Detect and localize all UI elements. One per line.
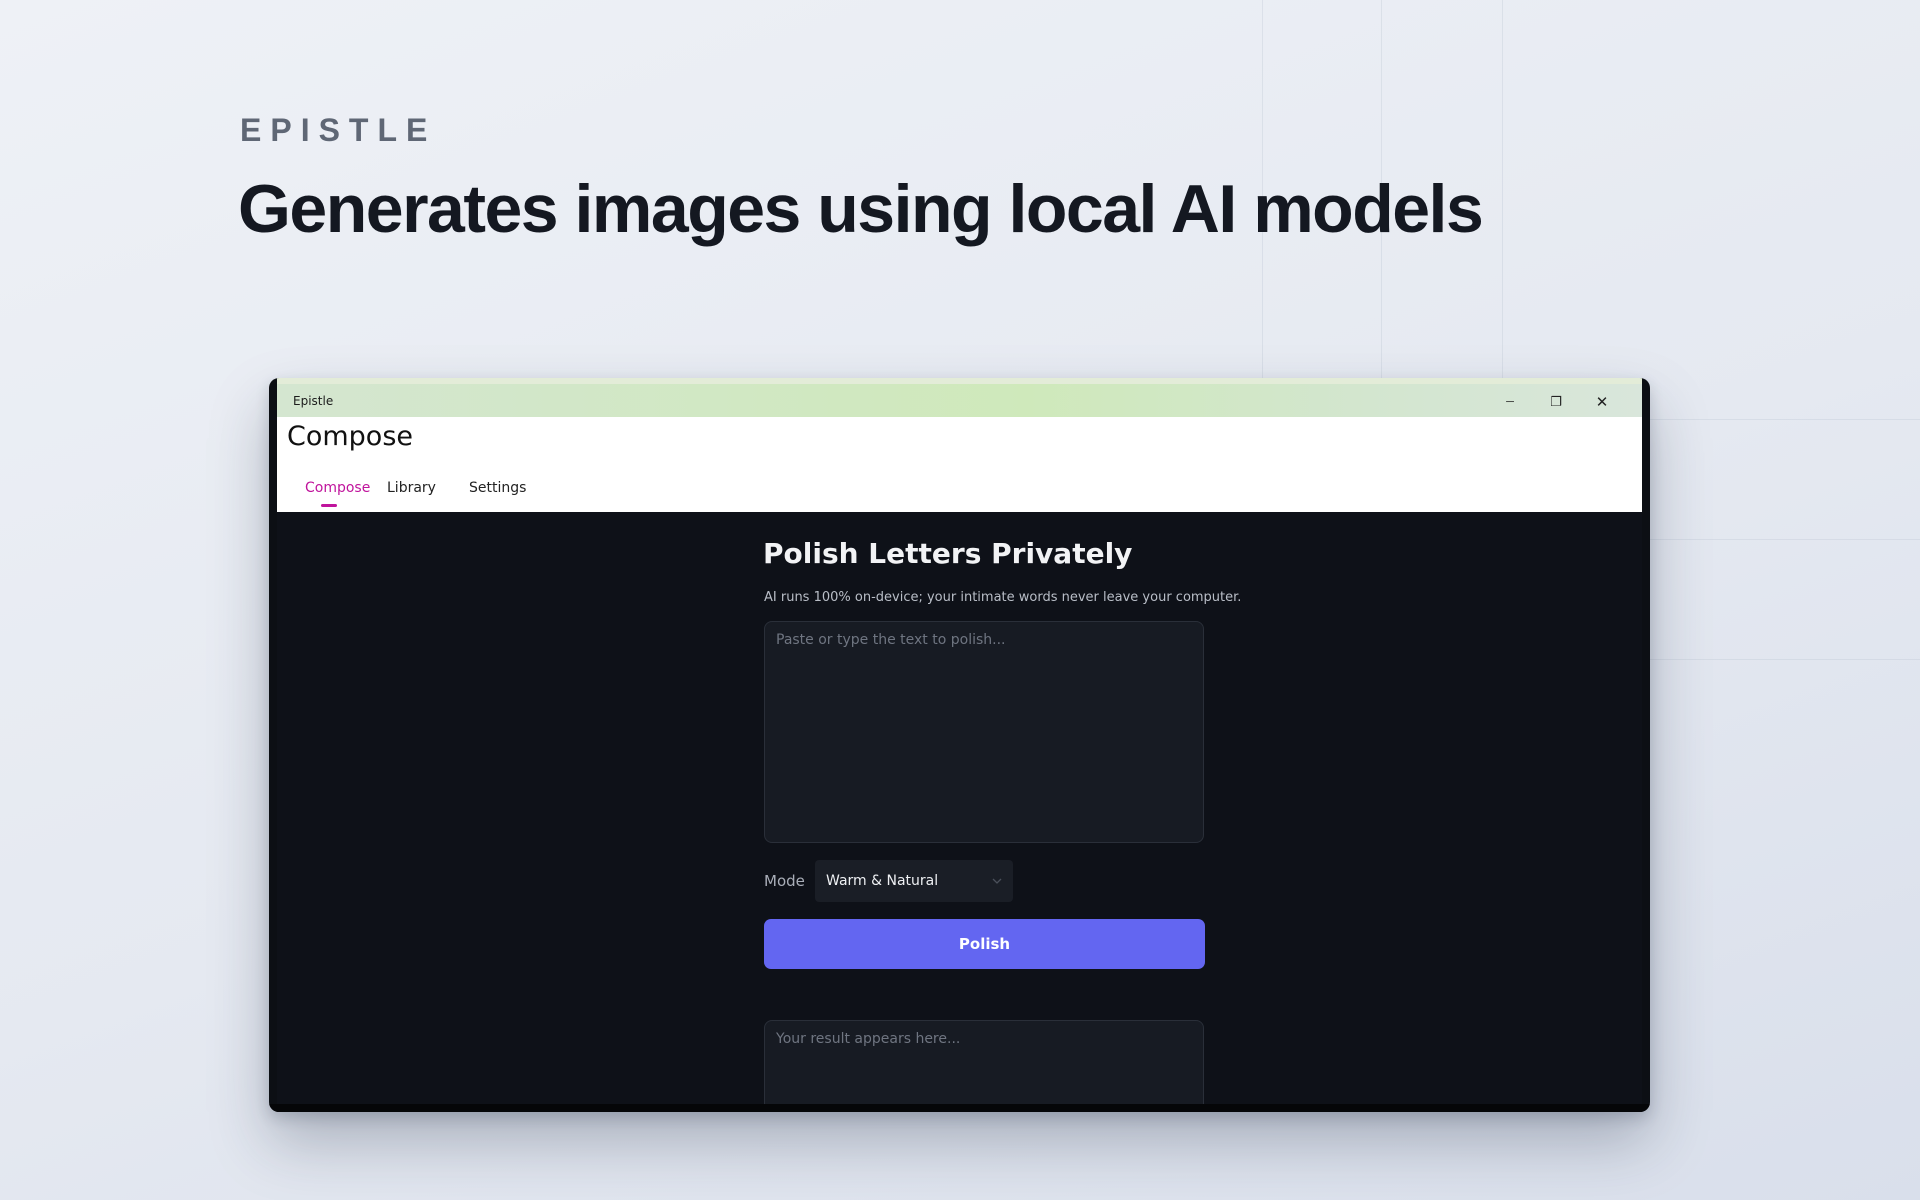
close-icon: ✕ <box>1595 394 1609 411</box>
minimize-button[interactable]: ─ <box>1487 388 1533 416</box>
panel-title: Polish Letters Privately <box>763 537 1133 570</box>
app-header: Compose Compose Library Settings <box>277 417 1642 512</box>
tab-library[interactable]: Library <box>387 480 436 496</box>
maximize-button[interactable]: ❐ <box>1533 388 1579 416</box>
minimize-icon: ─ <box>1506 396 1514 408</box>
title-bar[interactable]: Epistle ─ ❐ ✕ <box>277 378 1642 417</box>
hero-headline: Generates images using local AI models <box>238 171 1484 247</box>
window-title: Epistle <box>293 394 334 408</box>
app-window: Epistle ─ ❐ ✕ Compose Compose Library Se… <box>269 378 1650 1112</box>
close-button[interactable]: ✕ <box>1579 388 1625 416</box>
restore-icon: ❐ <box>1550 394 1562 409</box>
mode-dropdown[interactable]: Warm & Natural <box>815 860 1013 902</box>
source-text-input[interactable] <box>764 621 1204 843</box>
background-line <box>1650 419 1920 420</box>
brand-wordmark: EPISTLE <box>240 112 437 148</box>
tab-compose[interactable]: Compose <box>305 480 370 496</box>
background-line <box>1650 659 1920 660</box>
result-output[interactable] <box>764 1020 1204 1112</box>
tab-settings[interactable]: Settings <box>469 480 526 496</box>
window-bottom-border <box>269 1104 1650 1112</box>
polish-button[interactable]: Polish <box>764 919 1205 969</box>
active-tab-indicator <box>321 504 337 507</box>
mode-selected-value: Warm & Natural <box>826 873 939 889</box>
panel-subtitle: AI runs 100% on-device; your intimate wo… <box>764 590 1242 605</box>
background-line <box>1502 0 1503 378</box>
page-title: Compose <box>287 421 414 452</box>
background-line <box>1650 539 1920 540</box>
mode-label: Mode <box>764 872 805 890</box>
chevron-down-icon <box>992 876 1002 886</box>
compose-panel: Polish Letters Privately AI runs 100% on… <box>277 512 1642 1112</box>
